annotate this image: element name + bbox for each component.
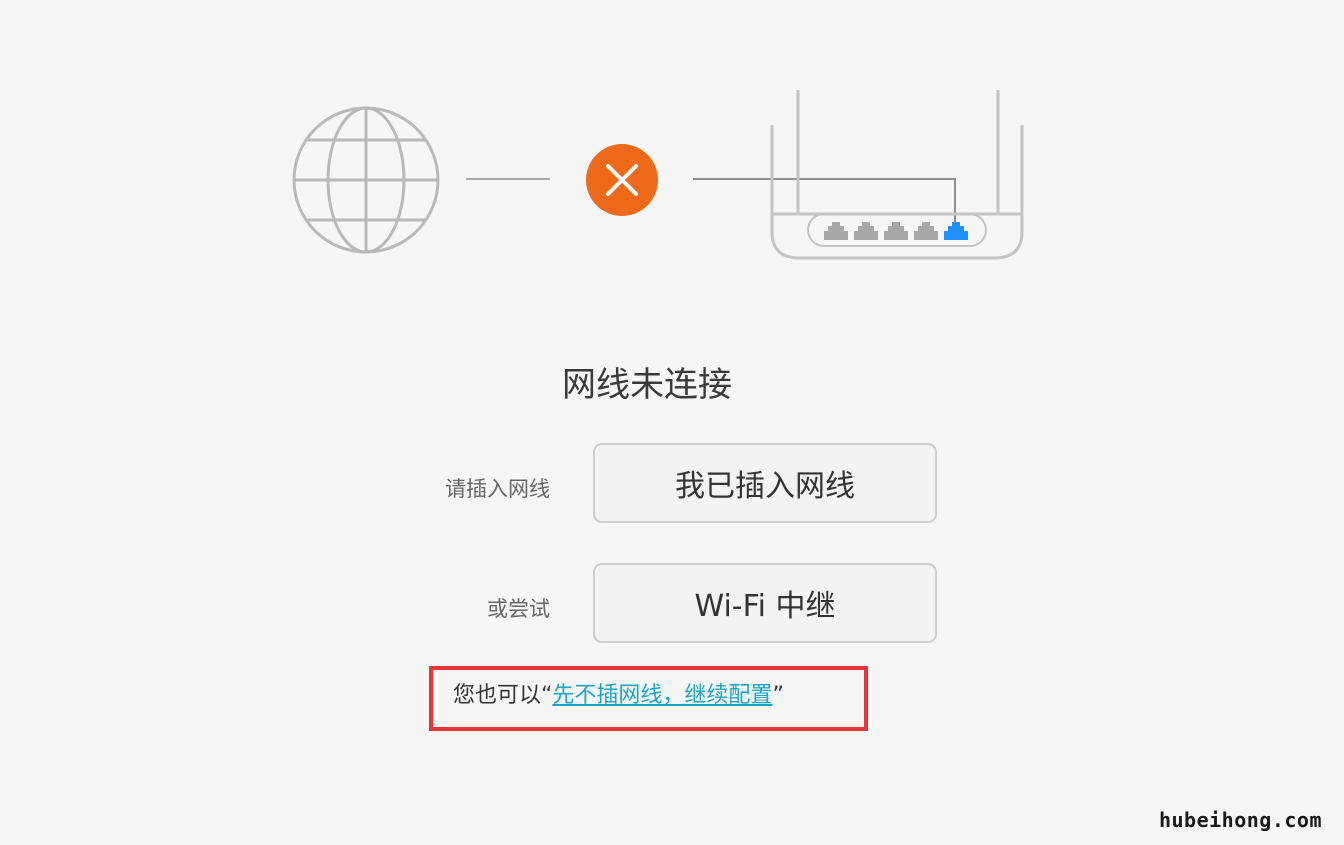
- connection-diagram: [292, 90, 1024, 260]
- lan-port-icon: [824, 222, 848, 240]
- note-prefix: 您也可以: [453, 683, 542, 708]
- skip-cable-note: 您也可以“先不插网线，继续配置”: [453, 680, 784, 712]
- quote-close: ”: [772, 683, 784, 708]
- continue-setup-link[interactable]: 先不插网线，继续配置: [552, 683, 772, 708]
- router-ports: [824, 222, 968, 240]
- or-try-label: 或尝试: [487, 597, 550, 621]
- quote-open: “: [541, 683, 553, 708]
- error-x-icon: [586, 144, 658, 216]
- lan-port-icon: [854, 222, 878, 240]
- wan-port-icon: [944, 222, 968, 240]
- lan-port-icon: [884, 222, 908, 240]
- globe-icon: [292, 106, 440, 254]
- cable-plugged-in-button[interactable]: 我已插入网线: [593, 443, 937, 523]
- page-title: 网线未连接: [562, 365, 732, 405]
- wifi-repeater-button[interactable]: Wi-Fi 中继: [593, 563, 937, 643]
- plug-in-cable-label: 请插入网线: [445, 477, 550, 501]
- watermark: hubeihong.com: [1158, 808, 1322, 832]
- connection-line-right: [693, 178, 956, 226]
- lan-port-icon: [914, 222, 938, 240]
